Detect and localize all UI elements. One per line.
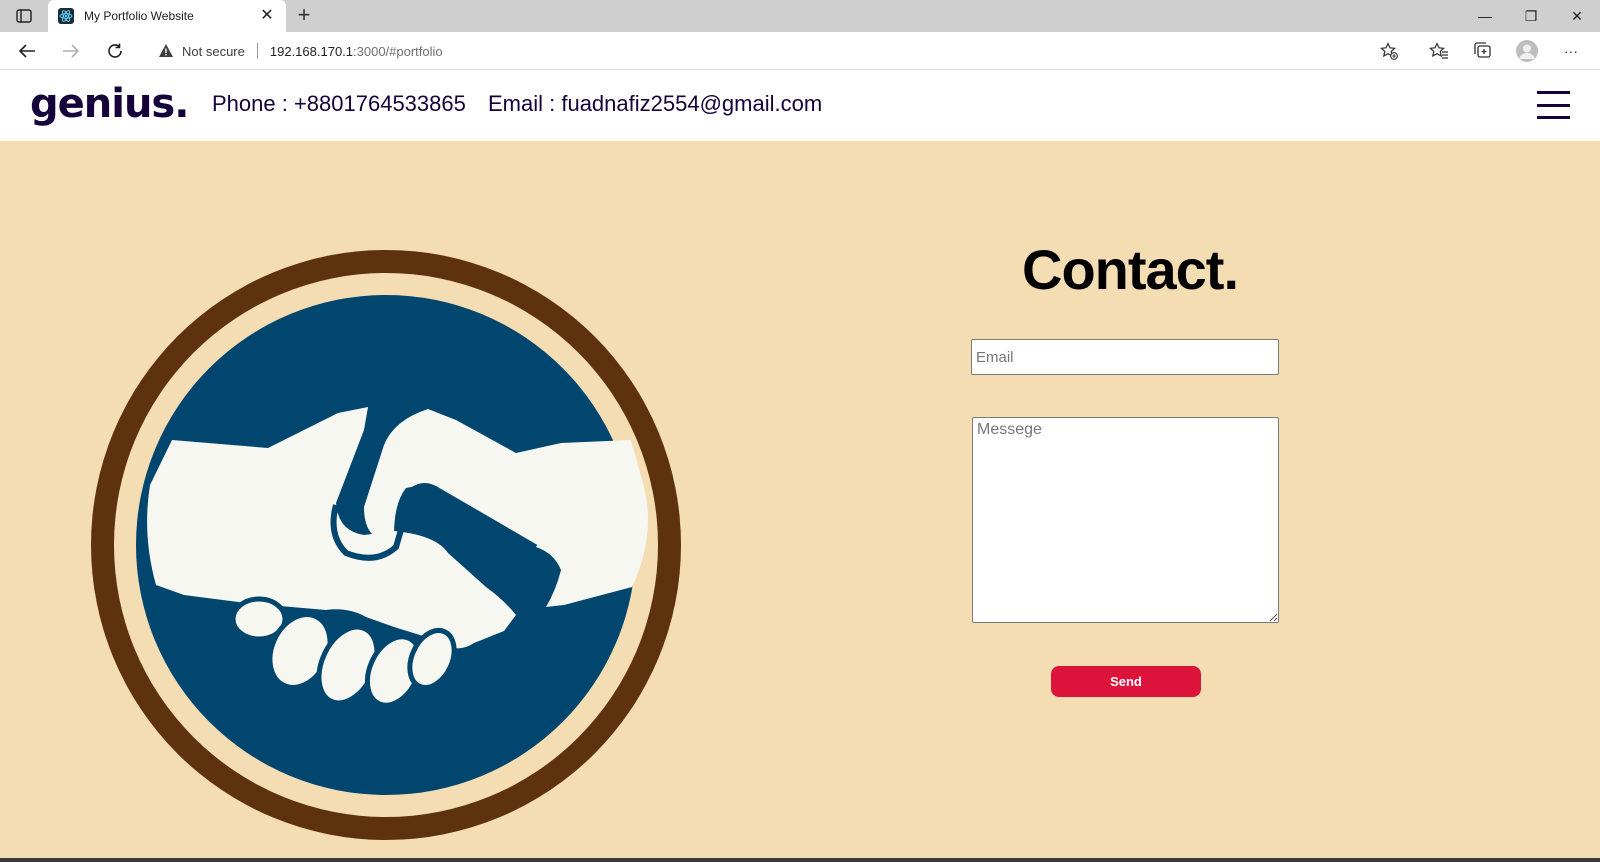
hamburger-bar [1537, 91, 1570, 94]
contact-section: Contact. Send [0, 141, 1600, 862]
favorites-icon[interactable] [1428, 40, 1450, 62]
send-button[interactable]: Send [1051, 666, 1201, 697]
window-close-icon[interactable]: ✕ [1554, 0, 1600, 32]
tab-actions-icon[interactable] [12, 6, 36, 26]
tab-title: My Portfolio Website [84, 9, 194, 23]
site-header: genius. Phone : +8801764533865 Email : f… [0, 71, 1600, 141]
url-path[interactable]: :3000/#portfolio [353, 44, 443, 59]
hamburger-bar [1537, 116, 1570, 119]
minimize-icon[interactable]: — [1462, 0, 1508, 32]
warning-icon[interactable] [158, 43, 174, 59]
forward-icon[interactable] [56, 36, 86, 66]
resize-grip-icon[interactable] [1268, 612, 1278, 622]
profile-avatar[interactable] [1516, 40, 1538, 62]
hamburger-icon[interactable] [1537, 91, 1570, 119]
browser-toolbar: Not secure 192.168.170.1:3000/#portfolio… [0, 32, 1600, 70]
handshake-illustration [91, 250, 681, 840]
add-favorite-icon[interactable] [1380, 42, 1398, 60]
hamburger-bar [1537, 103, 1570, 107]
refresh-icon[interactable] [100, 36, 130, 66]
taskbar-edge [0, 858, 1600, 862]
browser-tab-bar: My Portfolio Website ✕ + — ❐ ✕ [0, 0, 1600, 32]
not-secure-label[interactable]: Not secure [182, 44, 245, 59]
header-email: Email : fuadnafiz2554@gmail.com [488, 91, 823, 116]
collections-icon[interactable] [1472, 40, 1494, 62]
address-divider [256, 43, 258, 59]
email-field[interactable] [971, 339, 1279, 375]
react-favicon [58, 8, 74, 24]
restore-icon[interactable]: ❐ [1508, 0, 1554, 32]
tab-close-icon[interactable]: ✕ [258, 7, 276, 25]
header-phone: Phone : +8801764533865 [212, 91, 466, 116]
browser-tab[interactable]: My Portfolio Website ✕ [48, 0, 286, 32]
new-tab-icon[interactable]: + [292, 4, 316, 28]
address-bar[interactable]: Not secure 192.168.170.1:3000/#portfolio [144, 35, 1410, 67]
back-icon[interactable] [12, 36, 42, 66]
more-icon[interactable]: ··· [1560, 40, 1582, 62]
contact-title: Contact. [1022, 238, 1239, 301]
url-host[interactable]: 192.168.170.1 [270, 44, 353, 59]
site-logo[interactable]: genius. [30, 81, 189, 127]
message-field[interactable] [972, 417, 1279, 623]
